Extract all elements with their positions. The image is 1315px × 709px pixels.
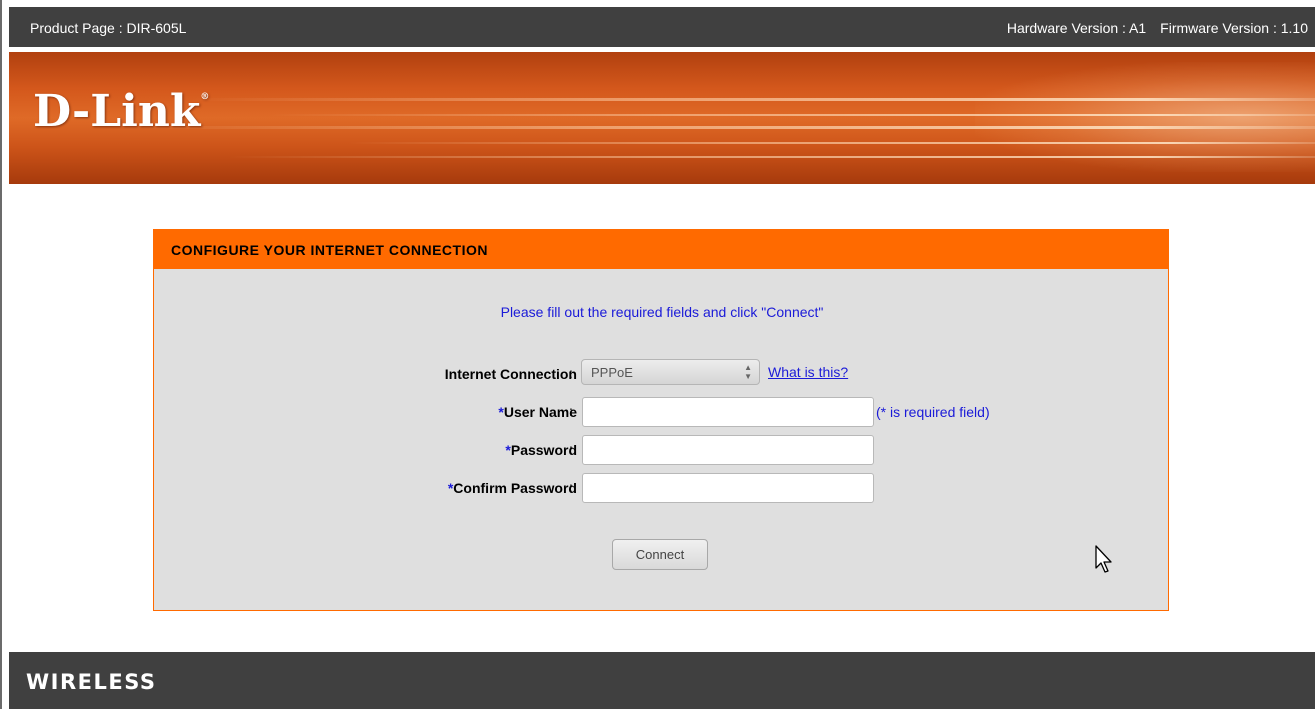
selected-connection-type: PPPoE <box>591 365 633 380</box>
internet-connection-row: Internet Connection : PPPoE ▲ ▼ What is t… <box>154 359 1170 389</box>
internet-connection-label: Internet Connection <box>444 366 577 382</box>
mouse-pointer-icon <box>1095 545 1115 580</box>
password-row: *Password : <box>154 435 1170 465</box>
internet-connection-select[interactable]: PPPoE ▲ ▼ <box>581 359 760 385</box>
router-setup-page: Product Page : DIR-605L Hardware Version… <box>0 0 1315 709</box>
required-field-hint: (* is required field) <box>876 404 990 420</box>
username-input[interactable] <box>582 397 874 427</box>
top-info-bar: Product Page : DIR-605L Hardware Version… <box>9 7 1315 47</box>
product-page-label: Product Page : DIR-605L <box>30 20 187 36</box>
footer-bar: WIRELESS <box>9 652 1315 709</box>
password-input[interactable] <box>582 435 874 465</box>
left-border <box>0 0 2 709</box>
dlink-logo: D-Link® <box>33 86 210 137</box>
username-label: *User Name <box>498 404 577 420</box>
confirm-password-input[interactable] <box>582 473 874 503</box>
header-banner: D-Link® <box>9 52 1315 184</box>
username-row: *User Name : (* is required field) <box>154 397 1170 427</box>
panel-title: CONFIGURE YOUR INTERNET CONNECTION <box>154 230 1168 269</box>
wireless-brand: WIRELESS <box>26 670 157 694</box>
configure-connection-panel: CONFIGURE YOUR INTERNET CONNECTION Pleas… <box>153 229 1169 611</box>
top-strip <box>0 0 1315 7</box>
confirm-password-label: *Confirm Password <box>447 480 577 496</box>
password-label: *Password <box>505 442 577 458</box>
firmware-version: Firmware Version : 1.10 <box>1160 20 1308 36</box>
version-info: Hardware Version : A1 Firmware Version : … <box>1007 20 1308 36</box>
updown-arrows-icon: ▲ ▼ <box>744 363 752 381</box>
connect-button[interactable]: Connect <box>612 539 708 570</box>
instructions-text: Please fill out the required fields and … <box>500 304 824 320</box>
confirm-password-row: *Confirm Password : <box>154 473 1170 503</box>
hardware-version: Hardware Version : A1 <box>1006 20 1147 36</box>
what-is-this-link[interactable]: What is this? <box>768 364 848 380</box>
